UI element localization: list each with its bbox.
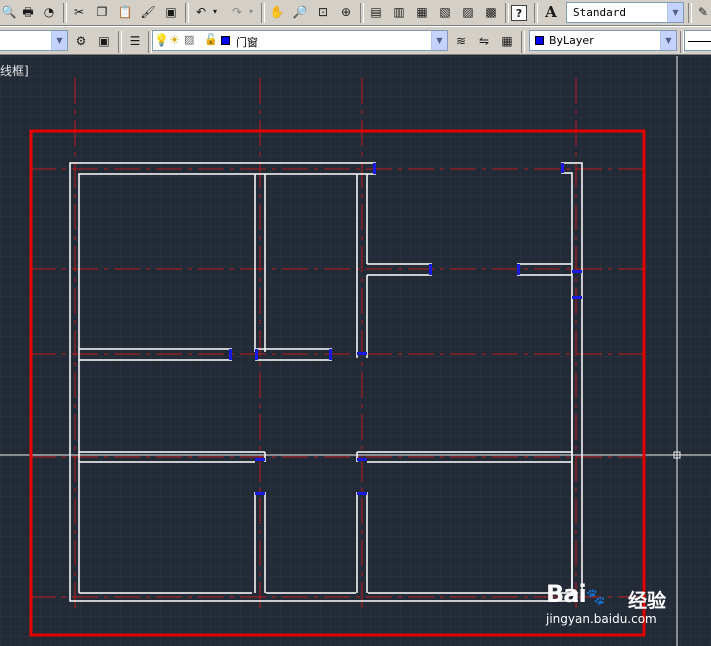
layer-isolate-icon[interactable]: ▦ <box>498 32 516 50</box>
standard-toolbar: 🔍 🖶 ◔ ✂ ❐ 📋 🖌 ▣ ↶ ▾ ↷ ▾ ✋ 🔎 ⊡ ⊕ ▤ ▥ ▦ ▧ … <box>0 0 711 26</box>
chevron-down-icon[interactable]: ▼ <box>667 3 683 22</box>
workspace-select[interactable]: ▼ <box>0 30 68 51</box>
toolbar-separator <box>63 3 67 23</box>
toolbar-separator <box>505 3 509 23</box>
pan-icon[interactable]: ✋ <box>268 3 286 21</box>
toolbar-separator <box>521 31 525 53</box>
viewport-label[interactable]: 线框] <box>0 62 29 79</box>
color-value: ByLayer <box>549 34 594 47</box>
color-swatch <box>535 36 544 45</box>
text-style-value: Standard <box>573 6 626 19</box>
undo-icon[interactable]: ↶ <box>192 3 210 21</box>
toolbar-separator <box>261 3 265 23</box>
paw-icon: 🐾 <box>585 587 606 606</box>
toolbar-separator <box>360 3 364 23</box>
sun-icon: ☀ <box>169 33 180 47</box>
watermark-logo: Bai🐾 <box>546 580 606 608</box>
toolbar-separator <box>688 3 692 23</box>
text-style-icon[interactable]: A <box>542 3 560 21</box>
drawing-canvas[interactable] <box>0 56 711 646</box>
chevron-down-icon[interactable]: ▼ <box>660 31 676 50</box>
tool-palettes-icon[interactable]: ▦ <box>413 3 431 21</box>
color-select[interactable]: ByLayer ▼ <box>529 30 677 51</box>
copy-icon[interactable]: ❐ <box>93 3 111 21</box>
freeze-icon: ▨ <box>184 33 195 46</box>
layer-properties-icon[interactable]: ☰ <box>126 32 144 50</box>
plot-icon[interactable]: 🖶 <box>19 3 37 21</box>
zoom-window-icon[interactable]: ⊡ <box>314 3 332 21</box>
workspace-settings-icon[interactable]: ⚙ <box>72 32 90 50</box>
make-current-layer-icon[interactable]: ≋ <box>452 32 470 50</box>
watermark-url: jingyan.baidu.com <box>546 612 657 626</box>
chevron-down-icon[interactable]: ▼ <box>431 31 447 50</box>
toolbar-separator <box>534 3 538 23</box>
properties-icon[interactable]: ▤ <box>367 3 385 21</box>
zoom-previous-icon[interactable]: ⊕ <box>337 3 355 21</box>
layer-value: 门窗 <box>236 36 258 49</box>
chevron-down-icon[interactable]: ▼ <box>51 31 67 50</box>
redo-icon[interactable]: ↷ <box>228 3 246 21</box>
dimension-style-icon[interactable]: ✎ <box>694 3 711 21</box>
grid <box>0 56 711 646</box>
help-icon[interactable]: ? <box>511 5 527 21</box>
layer-color-swatch <box>221 36 230 45</box>
watermark-logo-text: Bai <box>546 580 587 608</box>
block-editor-icon[interactable]: ▣ <box>162 3 180 21</box>
layer-previous-icon[interactable]: ⇋ <box>475 32 493 50</box>
paste-icon[interactable]: 📋 <box>116 3 134 21</box>
linetype-sample <box>688 41 711 42</box>
toolbar-separator <box>118 31 122 53</box>
quickcalc-icon[interactable]: ▩ <box>482 3 500 21</box>
cut-icon[interactable]: ✂ <box>70 3 88 21</box>
layer-select[interactable]: 💡 ☀ ▨ 🔓 门窗 ▼ <box>152 30 448 51</box>
watermark-chinese: 经验 <box>628 590 667 612</box>
redo-dropdown-icon[interactable]: ▾ <box>246 3 256 21</box>
lightbulb-icon: 💡 <box>154 33 169 47</box>
design-center-icon[interactable]: ▥ <box>390 3 408 21</box>
match-properties-icon[interactable]: 🖌 <box>139 3 157 21</box>
workspace-save-icon[interactable]: ▣ <box>95 32 113 50</box>
linetype-select[interactable] <box>684 30 711 51</box>
toolbar-separator <box>185 3 189 23</box>
sheet-set-icon[interactable]: ▧ <box>436 3 454 21</box>
layers-toolbar: ▼ ⚙ ▣ ☰ 💡 ☀ ▨ 🔓 门窗 ▼ ≋ ⇋ ▦ ByLayer ▼ <box>0 26 711 55</box>
text-style-select[interactable]: Standard ▼ <box>566 2 684 23</box>
markup-icon[interactable]: ▨ <box>459 3 477 21</box>
undo-dropdown-icon[interactable]: ▾ <box>210 3 220 21</box>
zoom-realtime-icon[interactable]: 🔍 <box>0 3 18 21</box>
publish-icon[interactable]: ◔ <box>40 3 58 21</box>
unlock-icon: 🔓 <box>204 33 218 46</box>
zoom-realtime-2-icon[interactable]: 🔎 <box>291 3 309 21</box>
